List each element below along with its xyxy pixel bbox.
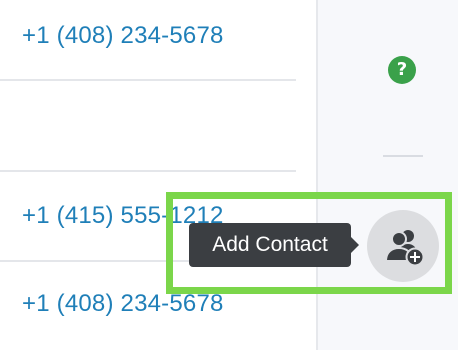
add-contact-button[interactable] — [367, 210, 439, 282]
tooltip-arrow — [351, 237, 359, 253]
help-icon[interactable]: ? — [388, 56, 416, 84]
side-panel — [316, 0, 458, 350]
tooltip-label: Add Contact — [212, 233, 328, 256]
contact-list: +1 (408) 234-5678 +1 (415) 555-1212 +1 (… — [0, 0, 316, 350]
list-item[interactable]: +1 (408) 234-5678 — [0, 0, 296, 80]
list-item[interactable]: +1 (408) 234-5678 — [0, 262, 296, 350]
panel-divider — [383, 155, 423, 157]
list-item[interactable] — [0, 81, 296, 171]
phone-link[interactable]: +1 (408) 234-5678 — [22, 290, 224, 318]
phone-link[interactable]: +1 (408) 234-5678 — [22, 22, 224, 50]
add-contact-tooltip: Add Contact — [189, 223, 359, 267]
add-contact-icon — [384, 230, 425, 267]
